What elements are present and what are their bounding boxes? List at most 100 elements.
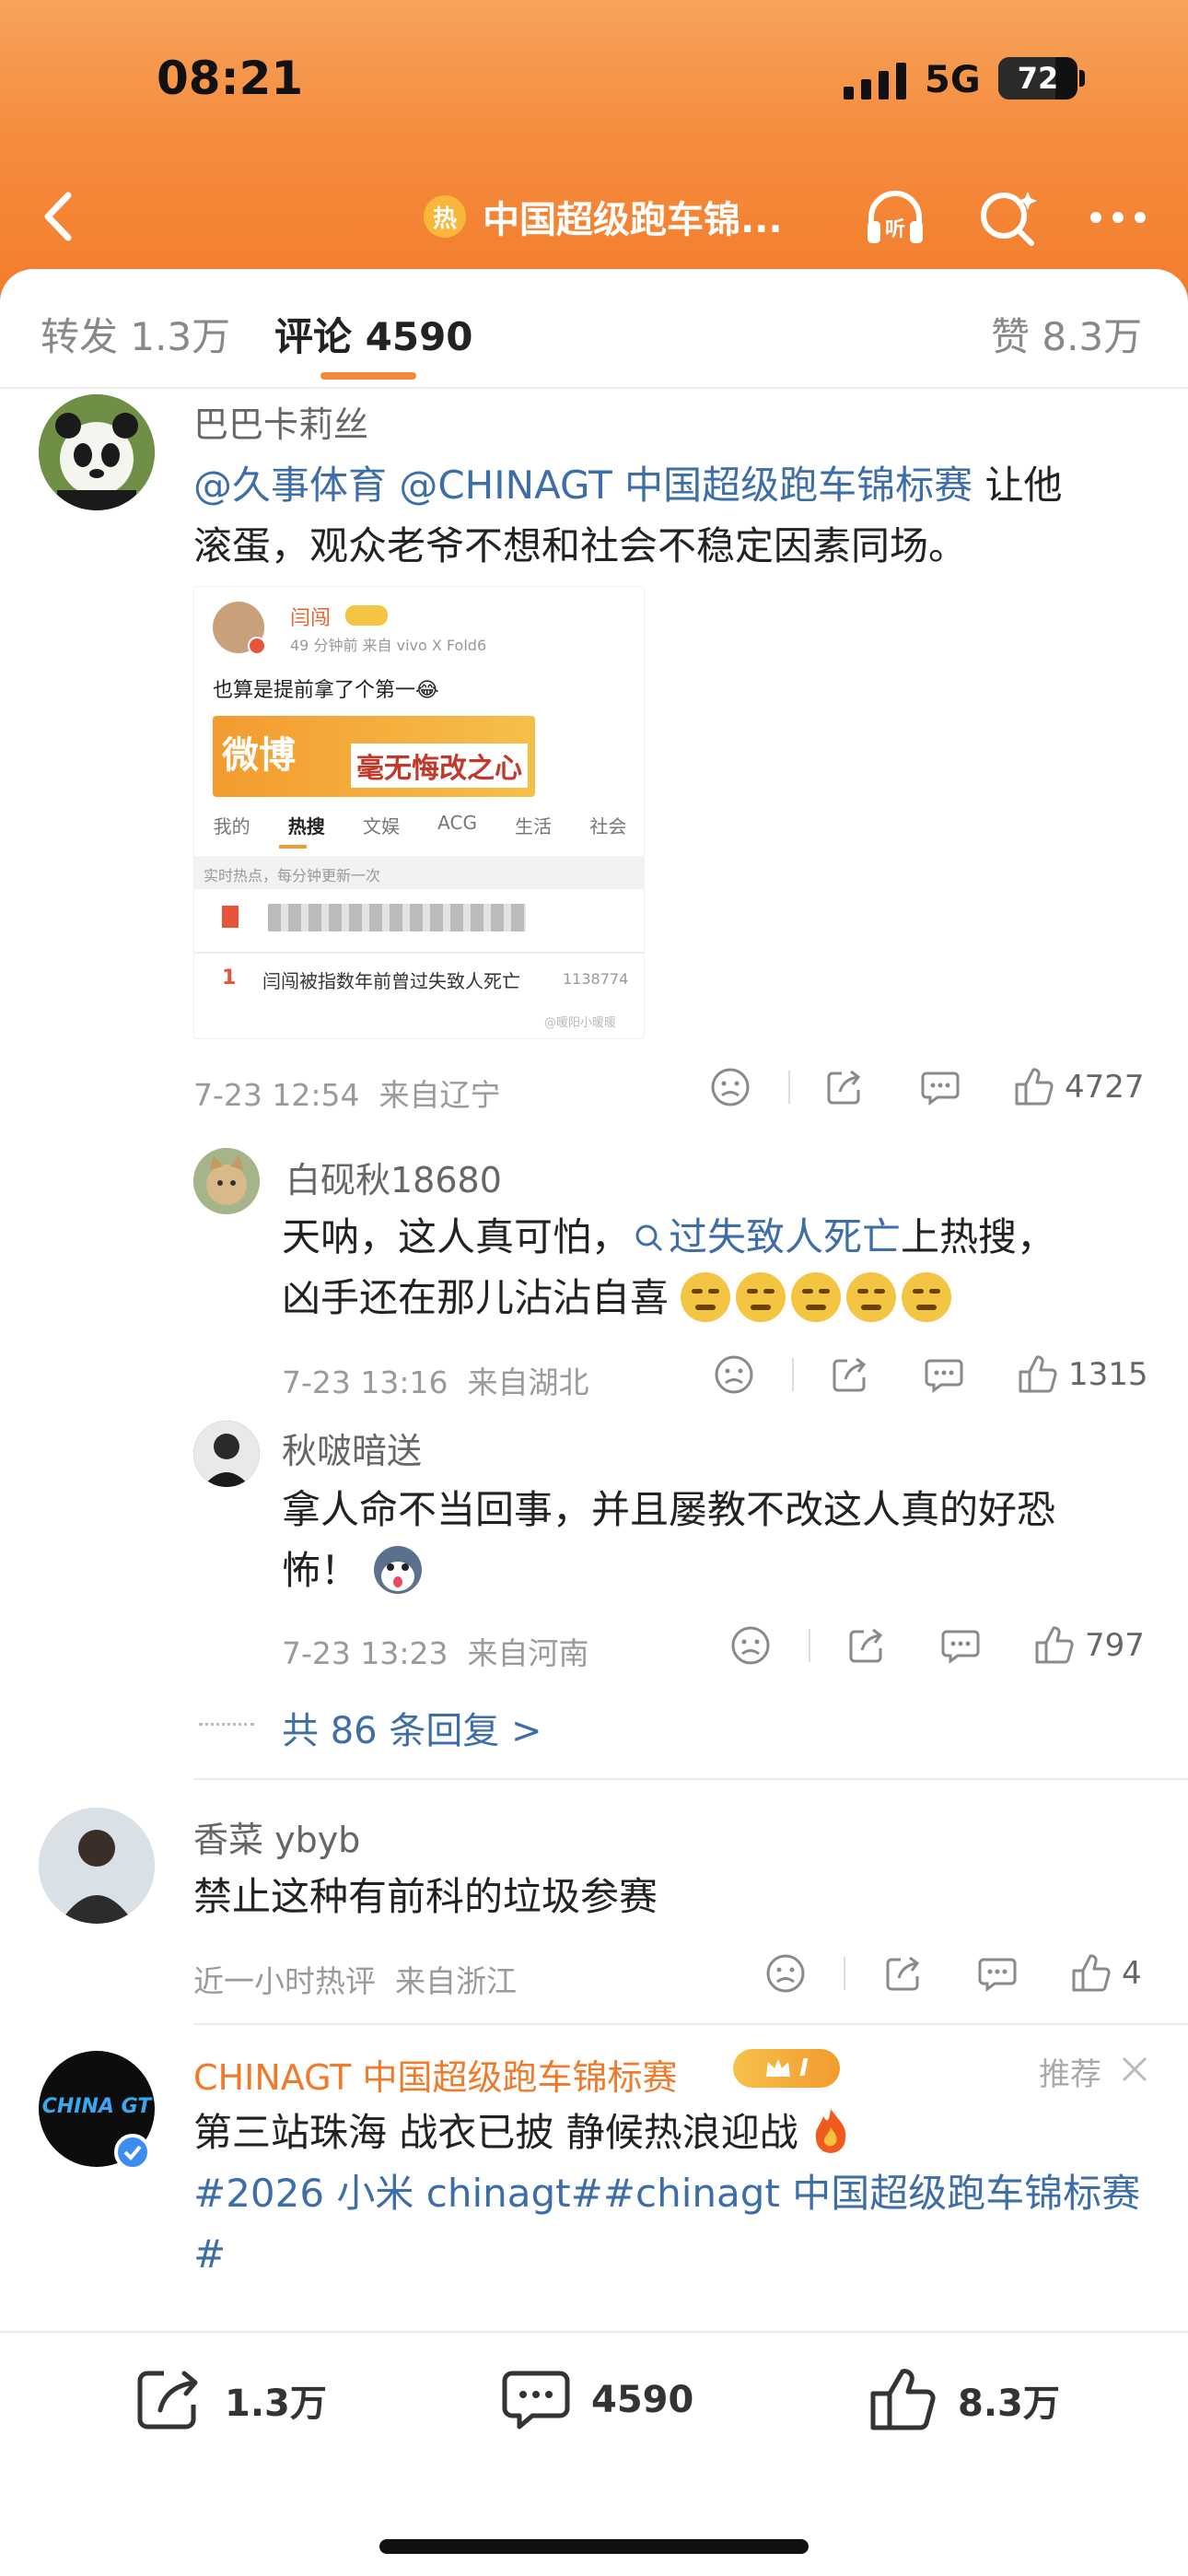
share-icon: [827, 1070, 861, 1105]
tab-reposts[interactable]: 转发 1.3万: [41, 306, 230, 362]
image-tab: 文娱: [362, 815, 400, 837]
more-replies-link[interactable]: 共 86 条回复 >: [282, 1701, 542, 1754]
share-button[interactable]: [829, 1349, 871, 1400]
tab-indicator: [320, 372, 416, 380]
like-button[interactable]: 797: [1033, 1620, 1145, 1671]
thumbs-up-icon: [1015, 1068, 1054, 1106]
search-button[interactable]: [974, 184, 1041, 251]
like-button[interactable]: 1315: [1017, 1349, 1148, 1400]
action-separator: [809, 1629, 810, 1662]
sad-face-icon: [711, 1068, 750, 1107]
share-button[interactable]: [845, 1620, 888, 1671]
avatar[interactable]: [193, 1421, 260, 1487]
image-tab: 社会: [589, 815, 627, 837]
sad-face-icon: [766, 1954, 805, 1993]
like-button[interactable]: 4: [1070, 1948, 1142, 1999]
reply-button[interactable]: [919, 1061, 961, 1113]
comment-icon: [941, 1630, 980, 1664]
status-bar: 08:21 5G 72: [0, 0, 1188, 166]
tab-bar: 转发 1.3万 评论 4590 赞 8.3万: [0, 269, 1188, 389]
image-tab-indicator: [279, 845, 307, 849]
person-avatar-icon: [39, 1808, 155, 1924]
comment-icon: [978, 1958, 1017, 1992]
comment-location: 来自辽宁: [379, 1077, 501, 1113]
smirk-emoji-icon: [902, 1272, 952, 1322]
comment-location: 来自浙江: [394, 1963, 517, 1999]
thumbs-up-icon: [1035, 1626, 1074, 1664]
dislike-button[interactable]: [713, 1349, 755, 1400]
dislike-button[interactable]: [729, 1620, 772, 1671]
listen-button[interactable]: 听: [862, 184, 928, 251]
reply-username[interactable]: 秋啵暗送: [282, 1423, 422, 1473]
battery-icon: 72: [998, 57, 1077, 100]
comment-icon: [925, 1359, 963, 1393]
hashtag-link[interactable]: #: [193, 2231, 226, 2277]
reply-button[interactable]: [923, 1349, 965, 1400]
hashtag-link[interactable]: #2026 小米 chinagt##chinagt 中国超级跑车锦标赛: [193, 2171, 1140, 2216]
like-count: 8.3万: [958, 2383, 1060, 2425]
reply-text: 拿人命不当回事，并且屡教不改这人真的好恐 怖！: [282, 1480, 1157, 1601]
comment-text-part: 让他: [973, 463, 1063, 508]
nav-title[interactable]: 热 中国超级跑车锦...: [424, 186, 783, 247]
mention-link[interactable]: @久事体育 @CHINAGT 中国超级跑车锦标赛: [193, 463, 973, 508]
avatar[interactable]: [193, 1148, 260, 1214]
verified-icon: [248, 637, 266, 655]
back-button[interactable]: [28, 184, 92, 249]
reply-button[interactable]: [939, 1620, 982, 1671]
reply-text: 天呐，这人真可怕， 过失致人死亡上热搜， 凶手还在那儿沾沾自喜: [282, 1207, 1157, 1329]
like-button[interactable]: 4727: [1013, 1061, 1145, 1113]
comment-image[interactable]: 闫闯 49 分钟前 来自 vivo X Fold6 也算是提前拿了个第一😂 微博…: [193, 586, 645, 1039]
reply-location: 来自湖北: [467, 1364, 589, 1400]
nav-title-text: 中国超级跑车锦...: [483, 199, 783, 241]
share-button[interactable]: [882, 1948, 925, 1999]
comment-count: 4590: [591, 2379, 694, 2421]
image-post: 也算是提前拿了个第一😂: [213, 679, 439, 702]
crown-icon: [766, 2059, 791, 2077]
share-icon: [137, 2371, 198, 2430]
sad-face-icon: [731, 1626, 770, 1665]
tab-comments[interactable]: 评论 4590: [274, 306, 473, 362]
reply-button[interactable]: [976, 1948, 1019, 1999]
tab-likes[interactable]: 赞 8.3万: [991, 306, 1142, 362]
image-tab: 我的: [213, 815, 250, 837]
home-indicator[interactable]: [379, 2539, 809, 2554]
avatar[interactable]: [39, 394, 155, 510]
brand-username[interactable]: CHINAGT 中国超级跑车锦标赛: [193, 2049, 677, 2100]
image-meta: 49 分钟前 来自 vivo X Fold6: [290, 637, 487, 654]
reply-text-part: 怖！: [282, 1548, 360, 1593]
like-count: 1315: [1068, 1356, 1148, 1393]
comment-username[interactable]: 香菜 ybyb: [193, 1811, 360, 1862]
topic-link[interactable]: 过失致人死亡: [630, 1214, 901, 1259]
reply-username[interactable]: 白砚秋18680: [285, 1152, 502, 1202]
comment-button[interactable]: 4590: [501, 2368, 693, 2432]
image-rank: 1: [222, 966, 237, 989]
dislike-button[interactable]: [709, 1061, 751, 1113]
more-button[interactable]: [1085, 184, 1151, 251]
thumbs-up-icon: [1072, 1954, 1111, 1992]
avatar[interactable]: [39, 1808, 155, 1924]
recommend-label: 推荐: [1039, 2056, 1101, 2093]
nav-bar: 热 中国超级跑车锦... 听: [0, 166, 1188, 267]
dislike-button[interactable]: [764, 1948, 807, 1999]
repost-button[interactable]: 1.3万: [134, 2368, 327, 2432]
comment-time: 近一小时热评: [193, 1963, 376, 1999]
battery-cap: [1079, 70, 1085, 87]
reply-text-part: 拿人命不当回事，并且屡教不改这人真的好恐: [282, 1487, 1056, 1532]
comment-divider: [193, 2023, 1188, 2025]
like-count: 4727: [1065, 1069, 1145, 1106]
share-icon: [886, 1956, 920, 1991]
share-button[interactable]: [823, 1061, 866, 1113]
comment-text: 禁止这种有前科的垃圾参赛: [193, 1874, 658, 1919]
close-icon: [1122, 2056, 1147, 2082]
comment-username[interactable]: 巴巴卡莉丝: [193, 396, 368, 447]
smirk-emoji-icon: [736, 1272, 786, 1322]
share-icon: [833, 1357, 867, 1392]
like-button[interactable]: 8.3万: [868, 2368, 1060, 2432]
image-tabs: 我的 热搜 文娱 ACG 生活 社会: [194, 812, 644, 852]
promo-text: 第三站珠海 战衣已披 静候热浪迎战 #2026 小米 chinagt##chin…: [193, 2102, 1160, 2285]
weibo-logo-icon: 微博: [222, 734, 296, 777]
close-button[interactable]: [1116, 2051, 1153, 2088]
hot-badge: 热: [424, 195, 466, 238]
image-divider: [194, 952, 644, 954]
reply-text-part: 天呐，这人真可怕，: [282, 1214, 631, 1259]
